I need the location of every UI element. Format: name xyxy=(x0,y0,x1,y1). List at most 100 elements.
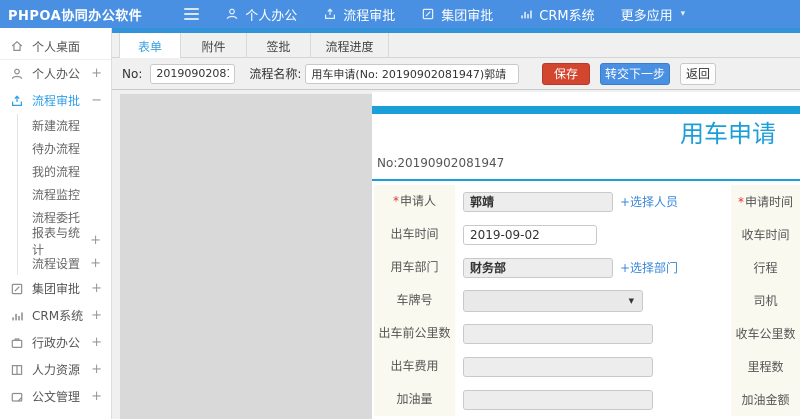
field-input-1[interactable] xyxy=(463,191,613,212)
expand-plus-icon[interactable]: + xyxy=(90,257,101,270)
field-input-6[interactable] xyxy=(463,356,653,377)
sidebar-item-1[interactable]: 个人桌面 xyxy=(0,33,111,60)
field-input-7[interactable] xyxy=(463,389,653,410)
tab-2[interactable]: 附件 xyxy=(181,33,247,59)
right-field-label: 行程 xyxy=(731,251,800,284)
sidebar-subitem-label: 报表与统计 xyxy=(32,225,81,257)
collapse-minus-icon[interactable]: − xyxy=(91,94,102,107)
nav-item-1[interactable]: 个人办公 xyxy=(225,5,297,24)
sidebar-subitem-label: 流程监控 xyxy=(32,188,81,202)
top-navbar: PHPOA协同办公软件 个人办公 流程审批 集团审批 CRM系统 更多应用 ▾ xyxy=(0,0,800,28)
tab-3[interactable]: 签批 xyxy=(247,33,311,59)
field-cell xyxy=(457,218,729,251)
nav-item-4[interactable]: CRM系统 xyxy=(519,5,595,24)
field-label: 出车前公里数 xyxy=(374,317,455,350)
sidebar-item-2[interactable]: 个人办公 + xyxy=(0,60,111,87)
select-caret-icon: ▼ xyxy=(628,296,634,305)
sidebar-item-label: CRM系统 xyxy=(32,309,84,323)
expand-plus-icon[interactable]: + xyxy=(91,309,102,322)
form-title-divider xyxy=(372,179,800,181)
book-icon xyxy=(10,363,24,377)
form-row-4: 车牌号 ▼ 司机 xyxy=(372,284,800,317)
form-title: 用车申请 xyxy=(680,120,776,148)
required-mark: * xyxy=(737,194,744,209)
top-menu: 个人办公 流程审批 集团审批 CRM系统 更多应用 ▾ xyxy=(225,5,711,24)
nav-item-label: 流程审批 xyxy=(343,8,396,24)
expand-plus-icon[interactable]: + xyxy=(91,282,102,295)
nav-item-label: 个人办公 xyxy=(245,8,298,24)
sidebar-item-5[interactable]: CRM系统 + xyxy=(0,302,111,329)
form-no-text: No:20190902081947 xyxy=(377,156,505,170)
sidebar-subitem-6[interactable]: 报表与统计 + xyxy=(18,226,111,257)
sidebar-item-label: 个人桌面 xyxy=(32,39,81,54)
nav-item-3[interactable]: 集团审批 xyxy=(421,5,493,24)
expand-plus-icon[interactable]: + xyxy=(91,67,102,80)
briefcase-icon xyxy=(10,336,24,350)
field-cell xyxy=(457,383,729,416)
expand-plus-icon[interactable]: + xyxy=(91,336,102,349)
sidebar-subitem-label: 新建流程 xyxy=(32,119,81,133)
sidebar-item-3[interactable]: 流程审批 − xyxy=(0,87,111,114)
edit-icon xyxy=(10,282,24,296)
form-row-5: 出车前公里数 收车公里数 xyxy=(372,317,800,350)
sidebar-item-label: 集团审批 xyxy=(32,282,81,296)
form-row-2: 出车时间 收车时间 xyxy=(372,218,800,251)
flow-name-input[interactable] xyxy=(305,63,520,84)
approve-icon xyxy=(10,94,24,108)
expand-plus-icon[interactable]: + xyxy=(91,363,102,376)
sidebar-item-4[interactable]: 集团审批 + xyxy=(0,275,111,302)
field-cell: +选择人员 xyxy=(457,185,729,218)
picker-link[interactable]: +选择人员 xyxy=(620,193,678,210)
sidebar-subitem-1[interactable]: 新建流程 xyxy=(18,114,111,137)
form-row-7: 加油量 加油金额 xyxy=(372,383,800,416)
flow-no-input[interactable] xyxy=(150,63,236,84)
sidebar-item-8[interactable]: 公文管理 + xyxy=(0,383,111,410)
expand-plus-icon[interactable]: + xyxy=(90,234,101,247)
sidebar-item-7[interactable]: 人力资源 + xyxy=(0,356,111,383)
right-field-label: 加油金额 xyxy=(731,383,800,416)
folder-icon xyxy=(10,390,24,404)
iframe-gray-background xyxy=(120,94,372,419)
sidebar-item-label: 公文管理 xyxy=(32,390,81,404)
right-field-label: * 申请时间 xyxy=(731,185,800,218)
expand-plus-icon[interactable]: + xyxy=(91,390,102,403)
tab-4[interactable]: 流程进度 xyxy=(311,33,389,59)
chart-icon xyxy=(519,7,533,21)
user-icon xyxy=(10,67,24,81)
home-icon xyxy=(10,39,24,53)
no-label: No: xyxy=(122,66,143,81)
vehicle-request-form-panel: 用车申请 No:20190902081947 *申请人 +选择人员 *申请时间出车时… xyxy=(372,92,800,419)
form-row-1: *申请人 +选择人员 *申请时间 xyxy=(372,185,800,218)
sidebar-item-6[interactable]: 行政办公 + xyxy=(0,329,111,356)
field-label: 车牌号 xyxy=(374,284,455,317)
field-input-2[interactable] xyxy=(463,224,597,245)
nav-item-2[interactable]: 流程审批 xyxy=(323,5,395,24)
tab-1[interactable]: 表单 xyxy=(119,33,181,59)
picker-link[interactable]: +选择部门 xyxy=(620,259,678,276)
field-input-3[interactable] xyxy=(463,257,613,278)
required-mark: * xyxy=(392,194,399,208)
form-header-accent-strip xyxy=(372,106,800,114)
sidebar-submenu: 新建流程 待办流程 我的流程 流程监控 流程委托 报表与统计 + 流程设置 + xyxy=(17,114,111,275)
sidebar-item-label: 个人办公 xyxy=(32,67,81,81)
sidebar-item-label: 流程审批 xyxy=(32,94,81,108)
sidebar-subitem-2[interactable]: 待办流程 xyxy=(18,137,111,160)
chevron-down-icon: ▾ xyxy=(680,9,686,19)
nav-item-5[interactable]: 更多应用 ▾ xyxy=(621,5,686,24)
field-label: 加油量 xyxy=(374,383,455,416)
chart-icon xyxy=(10,309,24,323)
right-field-label: 收车公里数 xyxy=(731,317,800,350)
sidebar-subitem-4[interactable]: 流程监控 xyxy=(18,183,111,206)
field-input-5[interactable] xyxy=(463,323,653,344)
flow-toolbar: No: 流程名称: 保存 转交下一步 返回 xyxy=(112,58,800,90)
plate-number-select[interactable]: ▼ xyxy=(463,289,643,312)
sidebar-subitem-3[interactable]: 我的流程 xyxy=(18,160,111,183)
forward-next-step-button[interactable]: 转交下一步 xyxy=(600,63,670,85)
app-logo: PHPOA协同办公软件 xyxy=(8,8,143,24)
sidebar-subitem-label: 流程设置 xyxy=(32,257,81,271)
sidebar-subitem-7[interactable]: 流程设置 + xyxy=(18,252,111,275)
field-cell: ▼ xyxy=(457,284,729,317)
save-button[interactable]: 保存 xyxy=(542,63,590,85)
back-button[interactable]: 返回 xyxy=(680,63,716,85)
hamburger-menu-icon[interactable] xyxy=(184,8,200,20)
